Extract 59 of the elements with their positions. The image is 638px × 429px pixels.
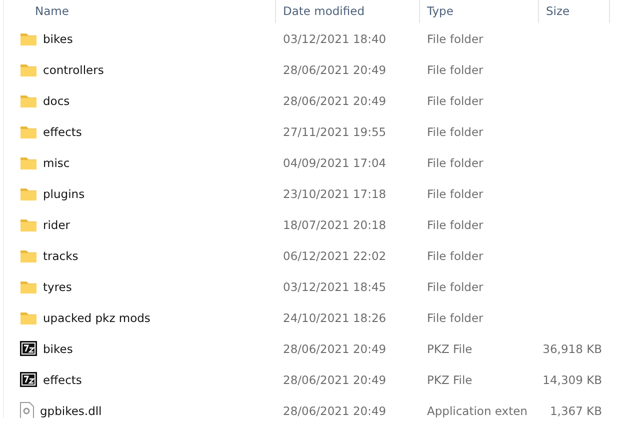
file-name[interactable]: tracks xyxy=(43,248,78,262)
file-type: File folder xyxy=(427,62,484,76)
file-type: File folder xyxy=(427,94,484,108)
file-name[interactable]: effects xyxy=(43,372,82,386)
file-name[interactable]: upacked pkz mods xyxy=(43,310,150,324)
file-size: 36,918 KB xyxy=(542,342,602,356)
file-name[interactable]: bikes xyxy=(43,342,73,356)
file-size: 1,367 KB xyxy=(550,404,602,418)
date-modified: 28/06/2021 20:49 xyxy=(283,372,386,386)
date-modified: 06/12/2021 22:02 xyxy=(283,248,386,262)
file-type: File folder xyxy=(427,310,484,324)
column-header[interactable]: Name xyxy=(4,0,276,23)
archive-icon xyxy=(20,372,37,387)
folder-icon xyxy=(20,186,37,200)
file-name[interactable]: misc xyxy=(43,156,70,170)
file-name[interactable]: rider xyxy=(43,218,70,232)
column-header[interactable]: Size xyxy=(539,0,610,23)
file-type: File folder xyxy=(427,186,484,200)
file-type: PKZ File xyxy=(427,342,472,356)
date-modified: 18/07/2021 20:18 xyxy=(283,218,386,232)
file-name[interactable]: effects xyxy=(43,124,82,138)
folder-icon xyxy=(20,124,37,138)
file-name[interactable]: plugins xyxy=(43,186,85,200)
file-name[interactable]: controllers xyxy=(43,62,104,76)
date-modified: 03/12/2021 18:40 xyxy=(283,32,386,46)
folder-icon xyxy=(20,280,37,294)
file-type: PKZ File xyxy=(427,372,472,386)
file-size: 14,309 KB xyxy=(542,372,602,386)
file-name[interactable]: bikes xyxy=(43,32,73,46)
gear-file-icon xyxy=(20,402,34,418)
folder-icon xyxy=(20,310,37,324)
date-modified: 23/10/2021 17:18 xyxy=(283,186,386,200)
date-modified: 28/06/2021 20:49 xyxy=(283,62,386,76)
file-type: File folder xyxy=(427,218,484,232)
date-modified: 28/06/2021 20:49 xyxy=(283,94,386,108)
folder-icon xyxy=(20,248,37,262)
file-name[interactable]: tyres xyxy=(43,280,72,294)
date-modified: 04/09/2021 17:04 xyxy=(283,156,386,170)
column-header[interactable]: Date modified xyxy=(276,0,420,23)
folder-icon xyxy=(20,218,37,232)
file-type: File folder xyxy=(427,124,484,138)
column-header[interactable]: Type xyxy=(420,0,539,23)
file-type: File folder xyxy=(427,156,484,170)
archive-icon xyxy=(20,341,37,356)
file-type: File folder xyxy=(427,248,484,262)
file-type: File folder xyxy=(427,32,484,46)
date-modified: 27/11/2021 19:55 xyxy=(283,124,386,138)
folder-icon xyxy=(20,94,37,108)
date-modified: 28/06/2021 20:49 xyxy=(283,404,386,418)
date-modified: 03/12/2021 18:45 xyxy=(283,280,386,294)
file-type: Application exten xyxy=(427,404,528,418)
folder-icon xyxy=(20,156,37,170)
file-name[interactable]: gpbikes.dll xyxy=(40,404,102,418)
folder-icon xyxy=(20,32,37,46)
date-modified: 24/10/2021 18:26 xyxy=(283,310,386,324)
date-modified: 28/06/2021 20:49 xyxy=(283,342,386,356)
file-type: File folder xyxy=(427,280,484,294)
folder-icon xyxy=(20,62,37,76)
file-name[interactable]: docs xyxy=(43,94,70,108)
